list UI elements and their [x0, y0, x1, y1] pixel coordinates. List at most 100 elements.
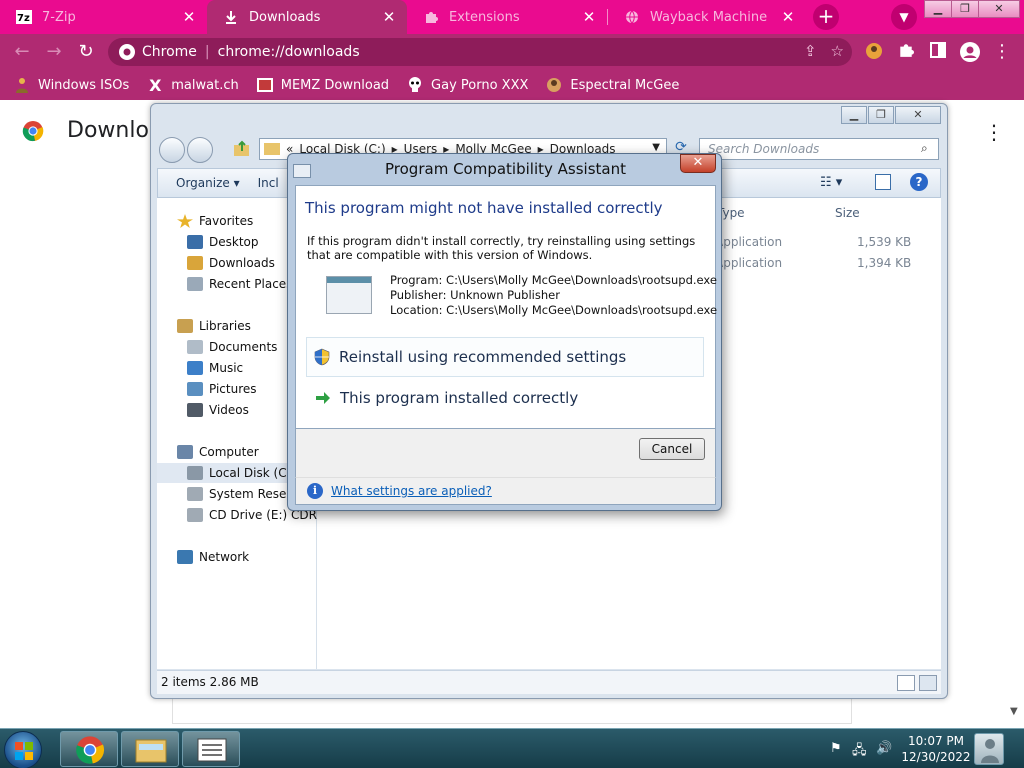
- tab-extensions[interactable]: Extensions ✕: [407, 0, 607, 34]
- action-center-flag-icon[interactable]: ⚑: [830, 741, 842, 756]
- nav-music[interactable]: Music: [187, 361, 243, 375]
- extensions-puzzle-icon[interactable]: [896, 42, 916, 62]
- scroll-down-arrow-icon[interactable]: ▼: [1010, 706, 1018, 717]
- dialog-footer: Cancel: [295, 429, 716, 477]
- taskbar-dialog[interactable]: [182, 731, 240, 767]
- nav-computer[interactable]: Computer: [177, 445, 259, 459]
- close-tab-icon[interactable]: ✕: [379, 8, 399, 26]
- bookmark-gay-porno-xxx[interactable]: Gay Porno XXX: [407, 77, 528, 93]
- share-icon[interactable]: ⇪: [804, 42, 817, 60]
- globe-icon: [624, 9, 640, 25]
- back-arrow-icon[interactable]: [159, 137, 185, 163]
- nav-recent-places[interactable]: Recent Places: [187, 277, 292, 291]
- nav-documents[interactable]: Documents: [187, 340, 277, 354]
- view-options-icon[interactable]: ☷ ▾: [820, 175, 842, 190]
- bookmark-memz-download[interactable]: MEMZ Download: [256, 77, 389, 93]
- person-icon: [14, 77, 30, 93]
- new-tab-button[interactable]: +: [813, 4, 839, 30]
- dialog-description: If this program didn't install correctly…: [307, 234, 696, 262]
- network-tray-icon[interactable]: 🖧: [852, 741, 867, 763]
- browser-toolbar: ← → ↻ Chrome | chrome://downloads ⇪ ☆ ⋮: [0, 34, 1024, 70]
- help-icon[interactable]: ?: [910, 173, 928, 191]
- account-icon[interactable]: [960, 42, 980, 62]
- installed-correctly-option[interactable]: This program installed correctly: [306, 378, 704, 418]
- large-icons-view-icon[interactable]: [919, 675, 937, 691]
- 7zip-icon: 7z: [16, 9, 32, 25]
- bookmark-malwatch[interactable]: X malwat.ch: [147, 76, 239, 95]
- restore-button[interactable]: ❐: [868, 106, 894, 124]
- close-tab-icon[interactable]: ✕: [179, 8, 199, 26]
- organize-button[interactable]: Organize ▾: [176, 176, 240, 190]
- tab-7zip[interactable]: 7z 7-Zip ✕: [0, 0, 207, 34]
- reload-icon[interactable]: ↻: [74, 40, 98, 64]
- download-icon: [223, 9, 239, 25]
- restore-button[interactable]: ❐: [951, 0, 979, 18]
- image-icon: [256, 77, 273, 93]
- tab-wayback-machine[interactable]: Wayback Machine ✕: [608, 0, 806, 34]
- nav-desktop[interactable]: Desktop: [187, 235, 259, 249]
- skull-icon: [407, 77, 423, 93]
- close-window-button[interactable]: ✕: [895, 106, 941, 124]
- taskbar-explorer[interactable]: [121, 731, 179, 767]
- back-arrow-icon[interactable]: ←: [10, 40, 34, 64]
- program-path: Program: C:\Users\Molly McGee\Downloads\…: [390, 273, 717, 287]
- nav-pictures[interactable]: Pictures: [187, 382, 257, 396]
- dialog-title: Program Compatibility Assistant: [385, 160, 626, 178]
- chrome-logo-icon: [119, 44, 135, 60]
- reinstall-recommended-option[interactable]: Reinstall using recommended settings: [306, 337, 704, 377]
- hard-drive-icon: [187, 487, 203, 501]
- close-tab-icon[interactable]: ✕: [778, 8, 798, 26]
- tab-strip: 7z 7-Zip ✕ Downloads ✕ Extensions ✕ Wayb…: [0, 0, 1024, 34]
- table-row[interactable]: Application: [715, 256, 782, 270]
- documents-icon: [187, 340, 203, 354]
- bookmark-windows-isos[interactable]: Windows ISOs: [14, 77, 129, 93]
- tab-downloads[interactable]: Downloads ✕: [207, 0, 407, 34]
- search-input[interactable]: Search Downloads: [699, 138, 939, 160]
- chevron-down-icon[interactable]: ▼: [652, 142, 660, 153]
- minimize-button[interactable]: ▁: [841, 106, 867, 124]
- preview-pane-icon[interactable]: [875, 174, 891, 190]
- column-size[interactable]: Size: [835, 206, 860, 220]
- cancel-button[interactable]: Cancel: [639, 438, 705, 460]
- forward-arrow-icon[interactable]: →: [42, 40, 66, 64]
- program-info: Program: C:\Users\Molly McGee\Downloads\…: [390, 273, 717, 318]
- nav-downloads[interactable]: Downloads: [187, 256, 275, 270]
- pictures-icon: [187, 382, 203, 396]
- table-row[interactable]: Application: [715, 235, 782, 249]
- dialog-body: This program might not have installed co…: [295, 185, 717, 429]
- search-icon: ⌕: [921, 141, 928, 155]
- profile-avatar-icon[interactable]: [864, 42, 884, 62]
- kebab-menu-icon[interactable]: ⋮: [992, 42, 1012, 62]
- volume-icon[interactable]: 🔊: [876, 741, 892, 756]
- forward-arrow-icon[interactable]: [187, 137, 213, 163]
- nav-libraries[interactable]: Libraries: [177, 319, 251, 333]
- tab-search-chevron-icon[interactable]: ▼: [891, 4, 917, 30]
- url-text[interactable]: chrome://downloads: [218, 44, 360, 60]
- close-tab-icon[interactable]: ✕: [579, 8, 599, 26]
- nav-favorites[interactable]: Favorites: [177, 214, 253, 228]
- clock[interactable]: 10:07 PM 12/30/2022: [896, 733, 976, 765]
- publisher: Publisher: Unknown Publisher: [390, 288, 560, 302]
- libraries-icon: [177, 319, 193, 333]
- details-view-icon[interactable]: [897, 675, 915, 691]
- taskbar-chrome[interactable]: [60, 731, 118, 767]
- dialog-close-button[interactable]: ✕: [680, 154, 716, 173]
- status-bar: 2 items 2.86 MB: [157, 670, 941, 694]
- kebab-menu-icon[interactable]: ⋮: [984, 120, 1004, 144]
- close-window-button[interactable]: ✕: [978, 0, 1020, 18]
- start-button[interactable]: [4, 731, 42, 768]
- settings-applied-link[interactable]: What settings are applied?: [331, 484, 492, 498]
- show-desktop-button[interactable]: [974, 733, 1004, 765]
- nav-network[interactable]: Network: [177, 550, 249, 564]
- table-cell-size: 1,539 KB: [857, 235, 912, 249]
- avatar-icon: [546, 77, 562, 93]
- side-panel-icon[interactable]: [928, 42, 948, 62]
- nav-videos[interactable]: Videos: [187, 403, 249, 417]
- bookmark-star-icon[interactable]: ☆: [831, 42, 844, 60]
- up-folder-icon[interactable]: [233, 140, 251, 158]
- address-bar[interactable]: Chrome | chrome://downloads ⇪ ☆: [108, 38, 852, 66]
- download-card-edge: [172, 698, 852, 724]
- bookmark-espectral-mcgee[interactable]: Espectral McGee: [546, 77, 679, 93]
- minimize-button[interactable]: ▁: [924, 0, 952, 18]
- include-in-library-button[interactable]: Incl: [258, 176, 279, 190]
